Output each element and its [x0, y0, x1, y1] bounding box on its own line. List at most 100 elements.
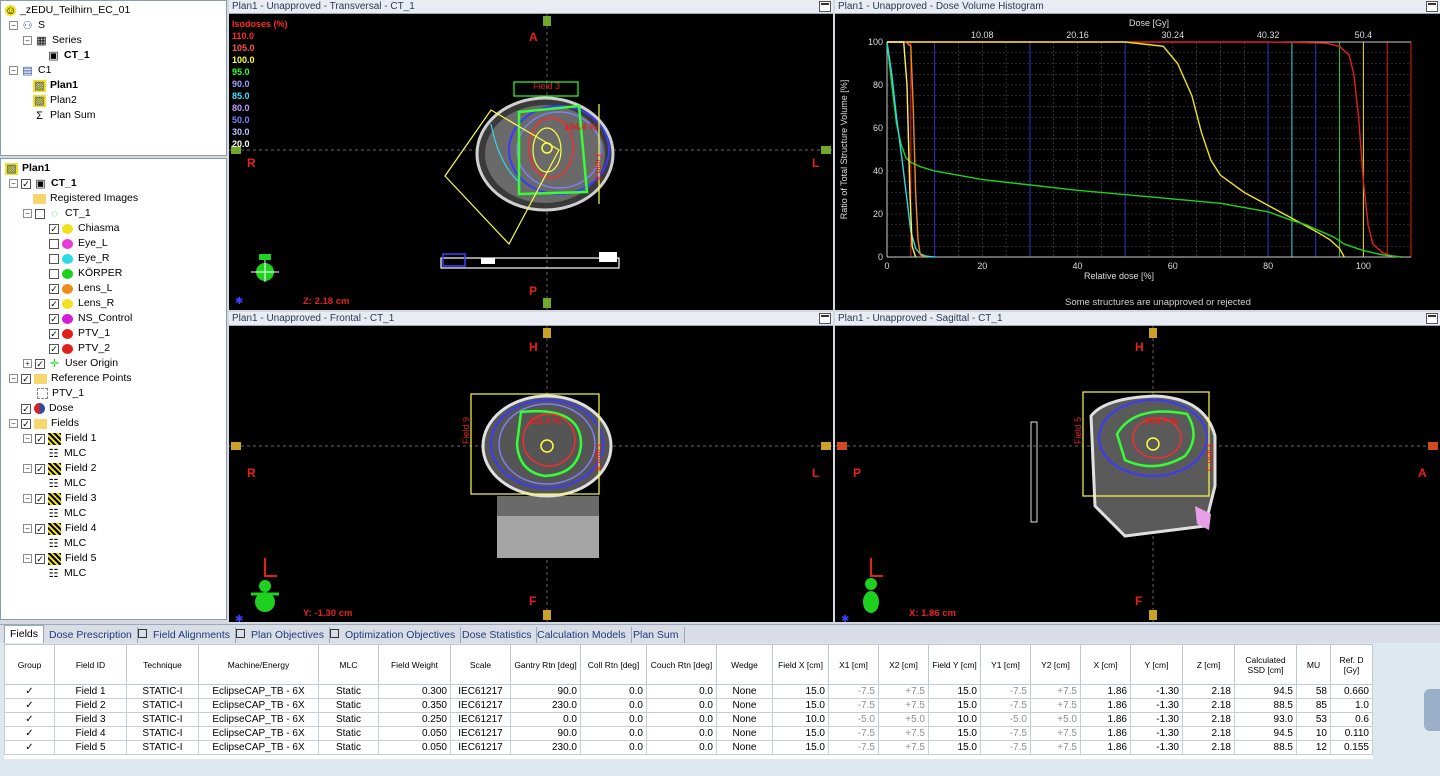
column-header[interactable]: X2 [cm]: [878, 644, 929, 685]
column-header[interactable]: Machine/Energy: [198, 644, 319, 685]
tab-optimization-objectives[interactable]: Optimization Objectives: [325, 627, 462, 644]
structure-set-checkbox[interactable]: [35, 208, 45, 219]
tree-mlc-item[interactable]: ☷ MLC: [47, 566, 87, 581]
scroll-handle-icon[interactable]: [1424, 689, 1440, 731]
sagittal-view[interactable]: Plan1 - Unapproved - Sagittal - CT_1 108…: [835, 312, 1440, 622]
collapse-toggle-icon[interactable]: −: [23, 524, 32, 533]
collapse-toggle-icon[interactable]: −: [23, 434, 32, 443]
tab-dose-statistics[interactable]: Dose Statistics: [457, 627, 538, 644]
column-header[interactable]: Ref. D [Gy]: [1330, 644, 1373, 685]
maximize-button[interactable]: [1426, 1, 1438, 12]
tree-patient[interactable]: ☺ _zEDU_Teilhirn_EC_01: [5, 3, 130, 18]
tree-ref-point-ptv1[interactable]: PTV_1: [37, 386, 84, 401]
tab-fields[interactable]: Fields: [4, 625, 45, 644]
table-row[interactable]: ✓ Field 2 STATIC-I EclipseCAP_TB - 6X Static…: [4, 698, 1373, 713]
maximize-button[interactable]: [1426, 313, 1438, 324]
tree-field-item[interactable]: − ✓ Field 4: [23, 521, 97, 536]
structure-checkbox[interactable]: ✓: [49, 313, 59, 324]
column-header[interactable]: Y1 [cm]: [980, 644, 1031, 685]
tree-item-plan2[interactable]: ▨ Plan2: [33, 93, 77, 108]
column-header[interactable]: Wedge: [716, 644, 773, 685]
column-header[interactable]: MLC: [318, 644, 379, 685]
tree-structure-item[interactable]: Eye_R: [49, 251, 110, 266]
dvh-view[interactable]: Plan1 - Unapproved - Dose Volume Histogr…: [835, 0, 1440, 310]
collapse-toggle-icon[interactable]: −: [9, 21, 18, 30]
tree-structure-set[interactable]: − ◌ CT_1: [23, 206, 91, 221]
transversal-view[interactable]: Plan1 - Unapproved - Transversal - CT_1 …: [229, 0, 833, 310]
reference-points-checkbox[interactable]: ✓: [21, 373, 31, 384]
tree-item-series[interactable]: − ▦ Series: [23, 33, 82, 48]
tree-field-item[interactable]: − ✓ Field 5: [23, 551, 97, 566]
tree-item-ct1[interactable]: ▣ CT_1: [47, 48, 89, 63]
tree-user-origin[interactable]: + ✓ ✛ User Origin: [23, 356, 118, 371]
tree-structure-item[interactable]: ✓ Chiasma: [49, 221, 119, 236]
tree-item-s[interactable]: − ⚇ S: [9, 18, 45, 33]
collapse-toggle-icon[interactable]: −: [9, 66, 18, 75]
group-checkbox-cell[interactable]: ✓: [4, 698, 55, 713]
tab-plan-sum[interactable]: Plan Sum: [628, 627, 685, 644]
collapse-toggle-icon[interactable]: −: [23, 464, 32, 473]
field-checkbox[interactable]: ✓: [35, 523, 45, 534]
tree-structure-item[interactable]: ✓ Lens_L: [49, 281, 112, 296]
dose-checkbox[interactable]: ✓: [21, 403, 31, 414]
maximize-button[interactable]: [819, 313, 831, 324]
column-header[interactable]: X1 [cm]: [828, 644, 879, 685]
column-header[interactable]: Calculated SSD [cm]: [1234, 644, 1297, 685]
column-header[interactable]: Gantry Rtn [deg]: [510, 644, 581, 685]
column-header[interactable]: Field ID: [54, 644, 127, 685]
field-checkbox[interactable]: ✓: [35, 493, 45, 504]
column-header[interactable]: Technique: [126, 644, 199, 685]
tree-structure-item[interactable]: ✓ PTV_1: [49, 326, 110, 341]
tree-mlc-item[interactable]: ☷ MLC: [47, 476, 87, 491]
structure-checkbox[interactable]: ✓: [49, 223, 59, 234]
structure-checkbox[interactable]: [49, 238, 59, 249]
structure-checkbox[interactable]: [49, 268, 59, 279]
column-header[interactable]: X [cm]: [1080, 644, 1131, 685]
column-header[interactable]: Y [cm]: [1130, 644, 1183, 685]
column-header[interactable]: Scale: [450, 644, 511, 685]
ct-checkbox[interactable]: ✓: [21, 178, 31, 189]
tab-field-alignments[interactable]: Field Alignments: [133, 627, 237, 644]
tree-ct[interactable]: − ✓ ▣ CT_1: [9, 176, 77, 191]
column-header[interactable]: Couch Rtn [deg]: [646, 644, 717, 685]
plan-objectives-checkbox[interactable]: [236, 629, 245, 638]
tree-item-plan-sum[interactable]: Σ Plan Sum: [33, 108, 95, 123]
group-checkbox-cell[interactable]: ✓: [4, 726, 55, 741]
column-header[interactable]: MU: [1296, 644, 1331, 685]
fields-checkbox[interactable]: ✓: [21, 418, 31, 429]
structure-checkbox[interactable]: ✓: [49, 298, 59, 309]
collapse-toggle-icon[interactable]: −: [23, 209, 32, 218]
collapse-toggle-icon[interactable]: −: [9, 179, 18, 188]
structure-checkbox[interactable]: ✓: [49, 343, 59, 354]
structure-checkbox[interactable]: ✓: [49, 328, 59, 339]
collapse-toggle-icon[interactable]: −: [23, 554, 32, 563]
tree-mlc-item[interactable]: ☷ MLC: [47, 506, 87, 521]
group-checkbox-cell[interactable]: ✓: [4, 684, 55, 699]
tree-fields[interactable]: − ✓ Fields: [9, 416, 79, 431]
column-header[interactable]: Z [cm]: [1182, 644, 1235, 685]
tab-calculation-models[interactable]: Calculation Models: [532, 627, 632, 644]
tab-dose-prescription[interactable]: Dose Prescription: [44, 627, 138, 644]
tree-field-item[interactable]: − ✓ Field 1: [23, 431, 97, 446]
tree-item-c1[interactable]: − ▤ C1: [9, 63, 51, 78]
tab-plan-objectives[interactable]: Plan Objectives: [231, 627, 330, 644]
user-origin-checkbox[interactable]: ✓: [35, 358, 45, 369]
tree-plan-root[interactable]: ▨ Plan1: [5, 161, 50, 176]
tree-mlc-item[interactable]: ☷ MLC: [47, 536, 87, 551]
column-header[interactable]: Y2 [cm]: [1030, 644, 1081, 685]
maximize-button[interactable]: [819, 1, 831, 12]
structure-checkbox[interactable]: [49, 253, 59, 264]
collapse-toggle-icon[interactable]: −: [23, 494, 32, 503]
tree-registered-images[interactable]: Registered Images: [33, 191, 138, 206]
field-alignments-checkbox[interactable]: [138, 629, 147, 638]
collapse-toggle-icon[interactable]: −: [23, 36, 32, 45]
optimization-objectives-checkbox[interactable]: [330, 629, 339, 638]
tree-structure-item[interactable]: ✓ Lens_R: [49, 296, 114, 311]
column-header[interactable]: Field X [cm]: [772, 644, 829, 685]
tree-item-plan1[interactable]: ▨ Plan1: [33, 78, 78, 93]
group-checkbox-cell[interactable]: ✓: [4, 740, 55, 755]
column-header[interactable]: Field Weight: [378, 644, 451, 685]
tree-dose[interactable]: ✓ Dose: [21, 401, 74, 416]
tree-field-item[interactable]: − ✓ Field 3: [23, 491, 97, 506]
collapse-toggle-icon[interactable]: −: [9, 419, 18, 428]
